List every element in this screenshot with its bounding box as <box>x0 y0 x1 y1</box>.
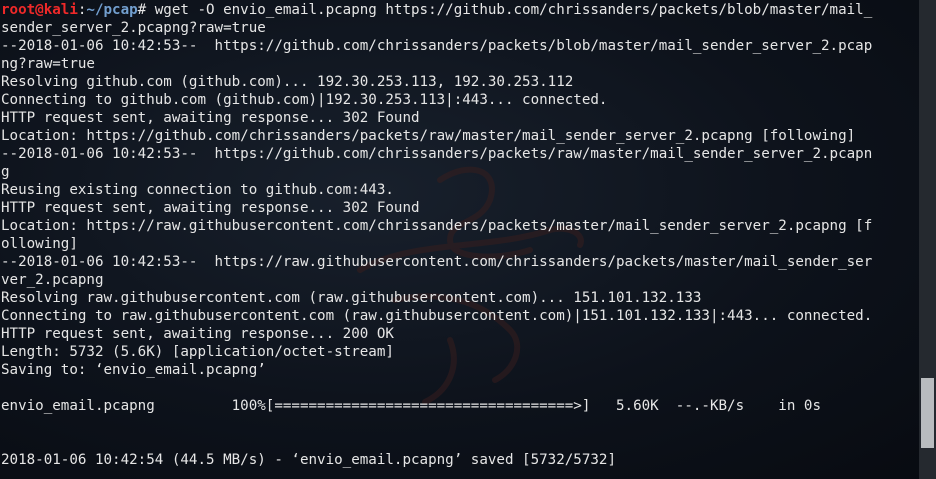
output-line: ver_2.pcapng <box>1 272 104 288</box>
output-line: ng?raw=true <box>1 56 95 72</box>
terminal-output: root@kali:~/pcap# wget -O envio_email.pc… <box>1 1 917 469</box>
output-line: Resolving github.com (github.com)... 192… <box>1 74 574 90</box>
command-text: wget -O envio_email.pcapng https://githu… <box>154 2 873 18</box>
output-line: Resolving raw.githubusercontent.com (raw… <box>1 290 702 306</box>
output-line: Connecting to raw.githubusercontent.com … <box>1 308 873 324</box>
output-line: --2018-01-06 10:42:53-- https://github.c… <box>1 146 873 162</box>
output-line: sender_server_2.pcapng?raw=true <box>1 20 266 36</box>
output-line: Connecting to github.com (github.com)|19… <box>1 92 608 108</box>
terminal-window[interactable]: root@kali:~/pcap# wget -O envio_email.pc… <box>0 0 936 479</box>
output-line: HTTP request sent, awaiting response... … <box>1 326 394 342</box>
scrollbar-thumb[interactable] <box>921 378 934 448</box>
output-line: Location: https://raw.githubusercontent.… <box>1 218 873 234</box>
prompt-cwd: ~/pcap <box>86 2 138 18</box>
output-line: ollowing] <box>1 236 78 252</box>
output-line: HTTP request sent, awaiting response... … <box>1 110 420 126</box>
output-line: 2018-01-06 10:42:54 (44.5 MB/s) - ‘envio… <box>1 452 616 468</box>
output-line: Location: https://github.com/chrissander… <box>1 128 856 144</box>
output-line: HTTP request sent, awaiting response... … <box>1 200 420 216</box>
command-line: root@kali:~/pcap# wget -O envio_email.pc… <box>1 1 917 19</box>
prompt-symbol: # <box>137 2 155 18</box>
output-line: Reusing existing connection to github.co… <box>1 182 394 198</box>
progress-line: envio_email.pcapng 100%[================… <box>1 398 821 414</box>
prompt-user-host: root@kali <box>1 2 78 18</box>
output-line: --2018-01-06 10:42:53-- https://github.c… <box>1 38 873 54</box>
output-line: Length: 5732 (5.6K) [application/octet-s… <box>1 344 394 360</box>
output-line: Saving to: ‘envio_email.pcapng’ <box>1 362 266 378</box>
output-line: g <box>1 164 10 180</box>
output-line: --2018-01-06 10:42:53-- https://raw.gith… <box>1 254 873 270</box>
